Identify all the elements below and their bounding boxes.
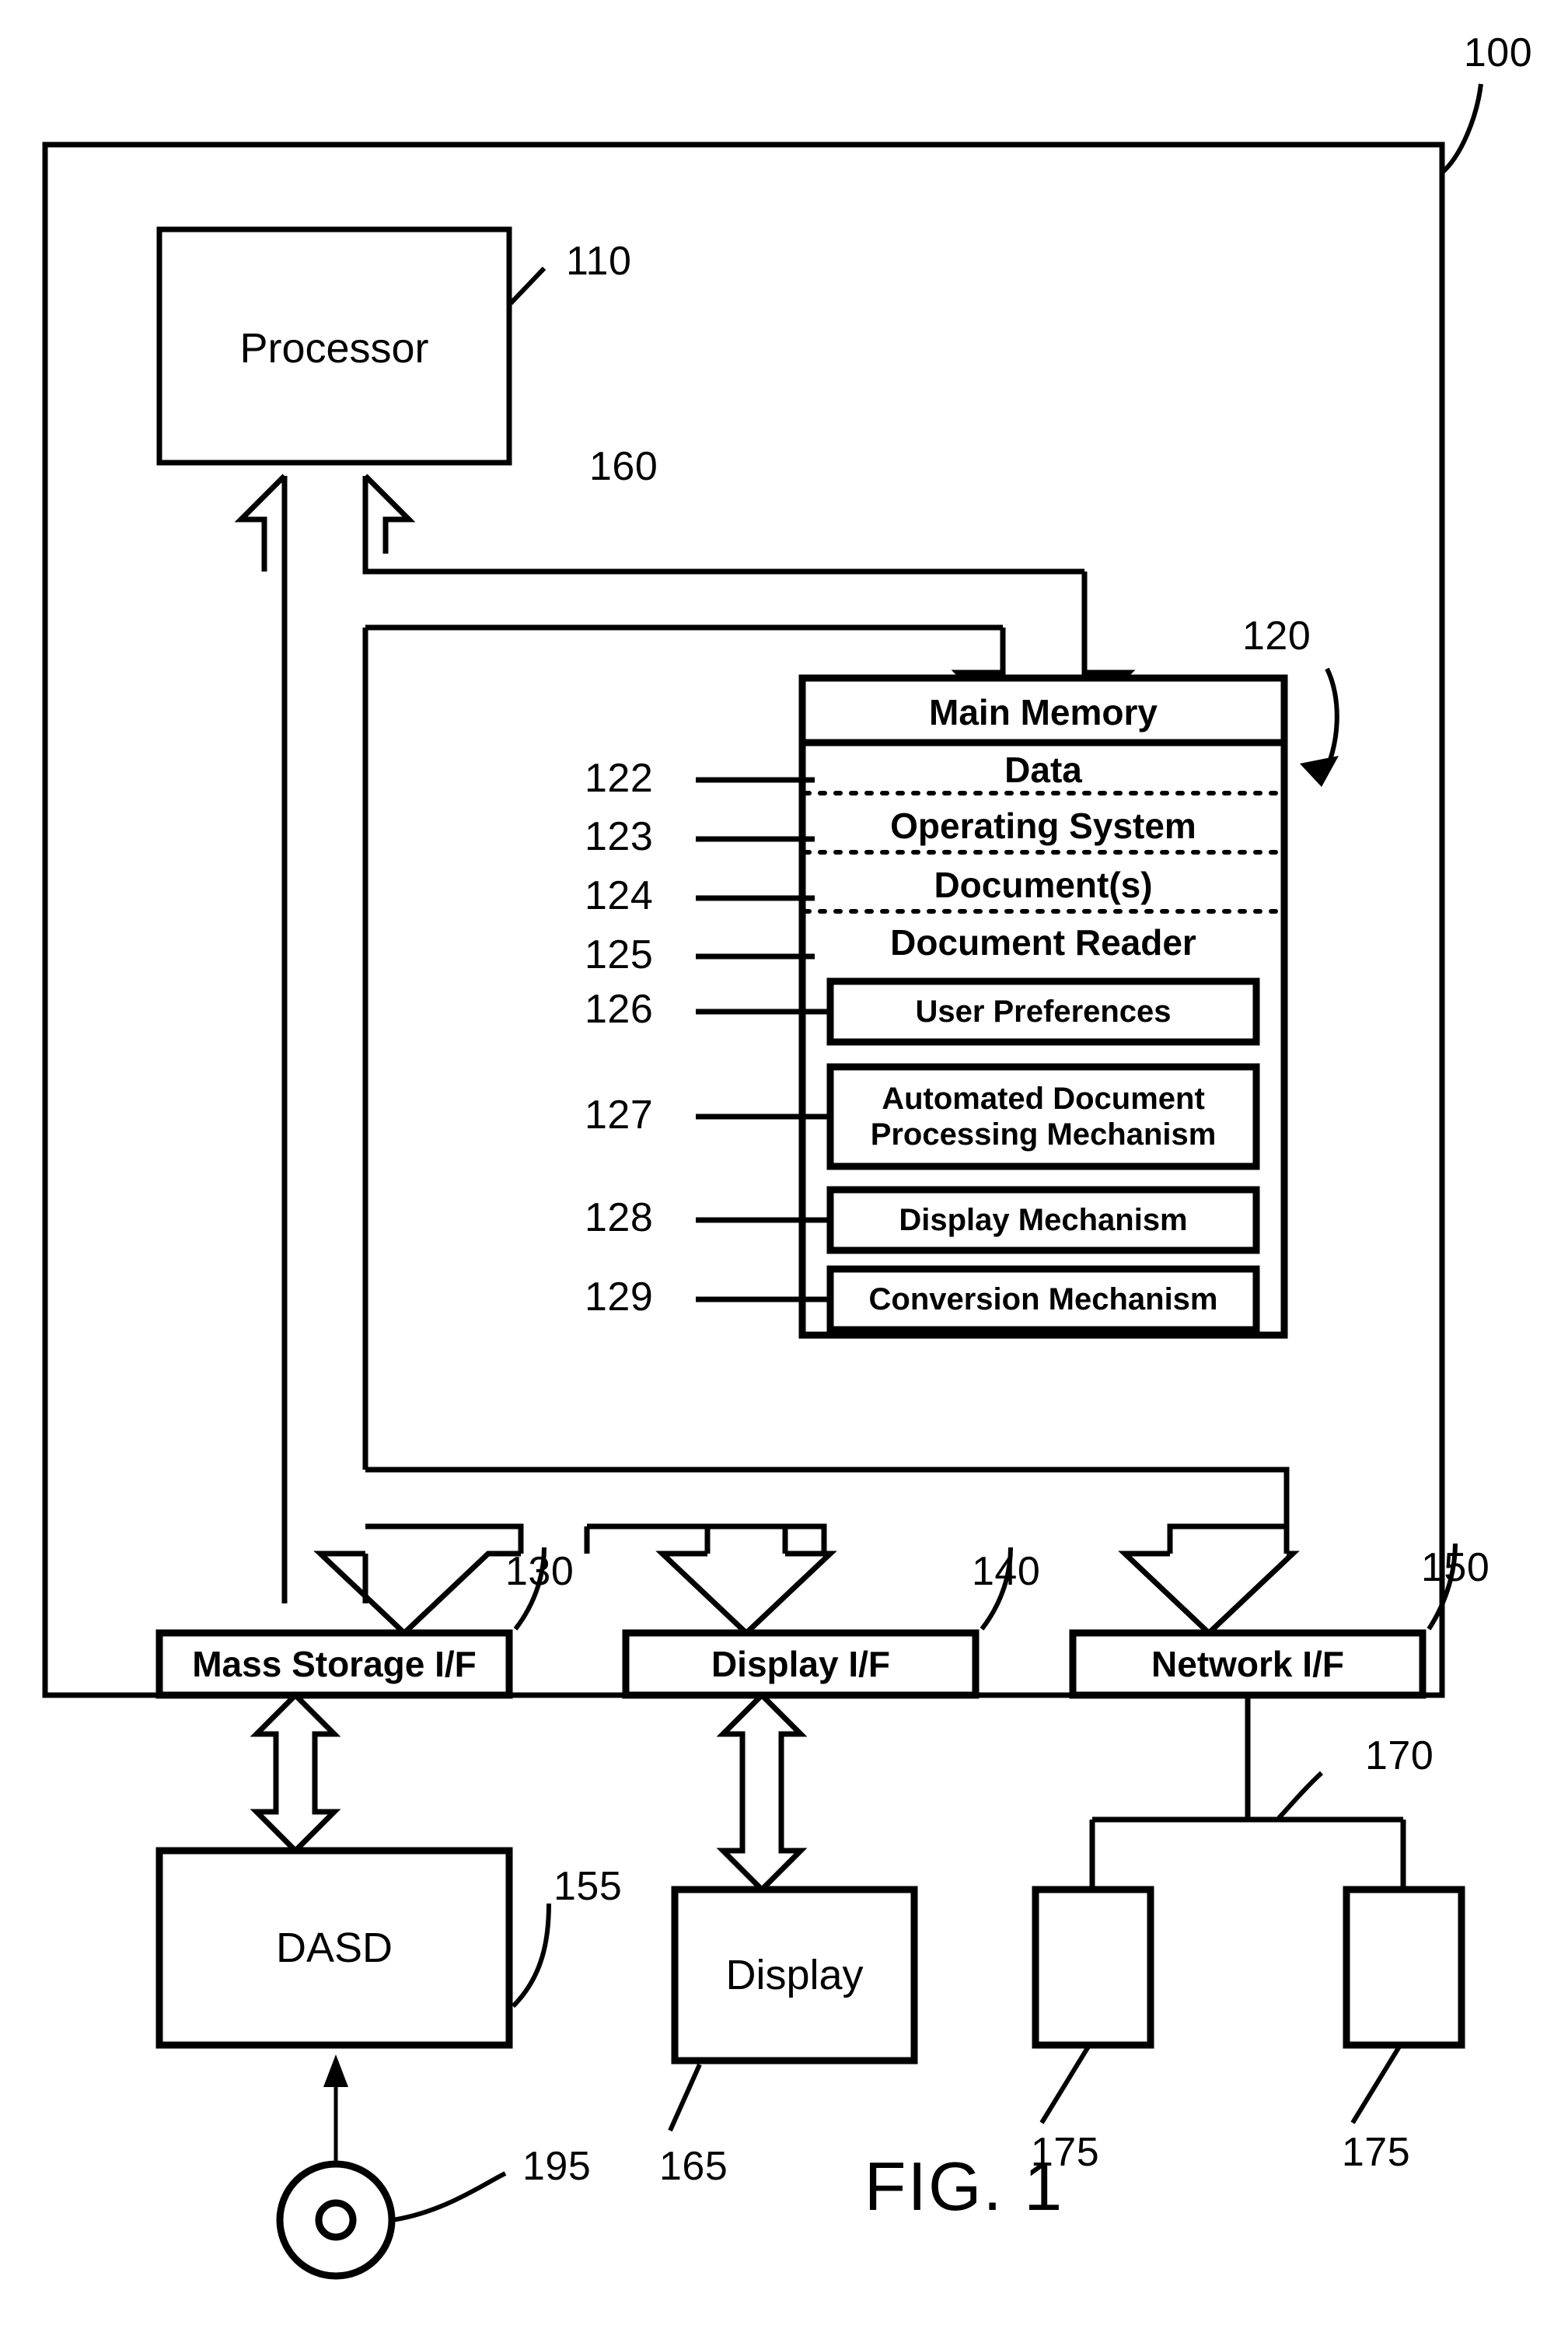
leader-175-right (1350, 2045, 1402, 2124)
figure-caption: FIG. 1 (864, 2148, 1064, 2225)
ref-label-123: 123 (585, 814, 654, 859)
ref-label-165: 165 (659, 2144, 728, 2189)
memory-segment-document-reader: Document Reader (890, 922, 1196, 963)
memory-segment-data: Data (1004, 750, 1082, 790)
ref-label-110: 110 (566, 239, 632, 284)
network-node-box-right (1343, 1886, 1465, 2049)
ref-label-130: 130 (505, 1549, 574, 1594)
optical-disc-hub (315, 2199, 357, 2241)
ref-label-170: 170 (1365, 1733, 1434, 1778)
module-label-conversion-mechanism: Conversion Mechanism (868, 1282, 1218, 1316)
interface-label-network: Network I/F (1151, 1644, 1344, 1684)
leader-175-left (1039, 2045, 1091, 2124)
module-label-display-mechanism: Display Mechanism (899, 1203, 1188, 1237)
module-label-automated-processing: Automated Document Processing Mechanism (870, 1082, 1217, 1152)
double-arrow-displayif-display (716, 1691, 808, 1893)
ref-label-120: 120 (1242, 614, 1311, 659)
double-arrow-massstorage-dasd (250, 1691, 341, 1855)
ref-label-127: 127 (585, 1093, 654, 1138)
patent-figure-1: .ln{ stroke:#000; fill:none; stroke-widt… (0, 0, 1568, 2325)
leader-170 (1276, 1771, 1324, 1820)
ref-label-140: 140 (972, 1549, 1041, 1594)
ref-label-122: 122 (585, 756, 654, 801)
interface-label-mass-storage: Mass Storage I/F (192, 1644, 477, 1684)
dasd-label: DASD (275, 1925, 393, 1971)
memory-segment-documents: Document(s) (934, 865, 1153, 905)
ref-label-175-right: 175 (1341, 2130, 1411, 2175)
leader-155 (511, 1903, 551, 2009)
memory-segment-operating-system: Operating System (890, 806, 1196, 846)
interface-label-display: Display I/F (711, 1644, 891, 1684)
ref-label-126: 126 (585, 987, 654, 1032)
ref-label-195: 195 (522, 2144, 592, 2189)
module-label-user-preferences: User Preferences (915, 995, 1172, 1029)
ref-label-155: 155 (554, 1864, 623, 1909)
leader-165 (668, 2063, 702, 2132)
ref-label-128: 128 (585, 1195, 654, 1240)
leader-100 (1440, 83, 1483, 175)
ref-label-124: 124 (585, 873, 654, 918)
display-label: Display (725, 1952, 864, 1998)
ref-label-129: 129 (585, 1274, 654, 1320)
processor-label: Processor (239, 325, 429, 372)
media-load-arrowhead (323, 2054, 348, 2087)
ref-label-160: 160 (589, 444, 658, 489)
ref-label-150: 150 (1421, 1545, 1490, 1590)
leader-195 (392, 2171, 507, 2222)
main-memory-title: Main Memory (929, 692, 1158, 732)
network-node-box-left (1032, 1886, 1154, 2049)
ref-label-100: 100 (1463, 30, 1533, 75)
ref-label-125: 125 (585, 932, 654, 977)
